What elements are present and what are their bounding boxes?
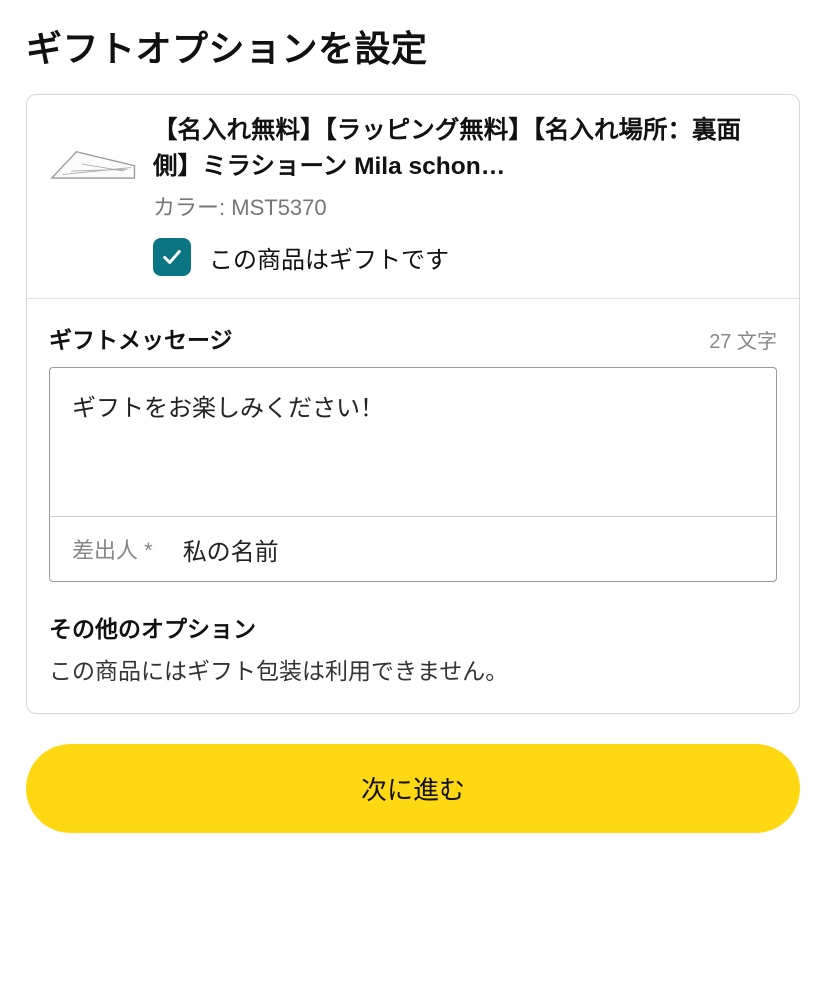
page-title: ギフトオプションを設定 <box>26 20 800 72</box>
char-count: 27 文字 <box>709 325 777 354</box>
check-icon <box>161 246 183 268</box>
gift-wrap-unavailable-text: この商品にはギフト包装は利用できません。 <box>49 654 777 689</box>
next-button[interactable]: 次に進む <box>26 744 800 833</box>
gift-message-input[interactable] <box>49 367 777 517</box>
sender-row: 差出人 * <box>49 517 777 582</box>
sender-label: 差出人 * <box>72 533 153 565</box>
product-thumbnail <box>49 119 139 209</box>
gift-checkbox[interactable] <box>153 238 191 276</box>
product-variant: カラー: MST5370 <box>153 190 777 222</box>
gift-options-card: 【名入れ無料】【ラッピング無料】【名入れ場所：裏面側】ミラショーン Mila s… <box>26 94 800 714</box>
variant-label: カラー: <box>153 195 225 220</box>
gift-checkbox-label: この商品はギフトです <box>209 240 449 275</box>
gift-message-section: ギフトメッセージ 27 文字 差出人 * その他のオプション この商品にはギフト… <box>27 299 799 713</box>
variant-value: MST5370 <box>231 195 326 220</box>
product-info: 【名入れ無料】【ラッピング無料】【名入れ場所：裏面側】ミラショーン Mila s… <box>153 113 777 276</box>
gift-check-row: この商品はギフトです <box>153 238 777 276</box>
other-options-label: その他のオプション <box>49 610 777 644</box>
product-name: 【名入れ無料】【ラッピング無料】【名入れ場所：裏面側】ミラショーン Mila s… <box>153 113 777 184</box>
gift-message-label: ギフトメッセージ <box>49 321 233 355</box>
sender-input[interactable] <box>183 535 754 563</box>
message-header: ギフトメッセージ 27 文字 <box>49 321 777 355</box>
product-row: 【名入れ無料】【ラッピング無料】【名入れ場所：裏面側】ミラショーン Mila s… <box>27 95 799 299</box>
